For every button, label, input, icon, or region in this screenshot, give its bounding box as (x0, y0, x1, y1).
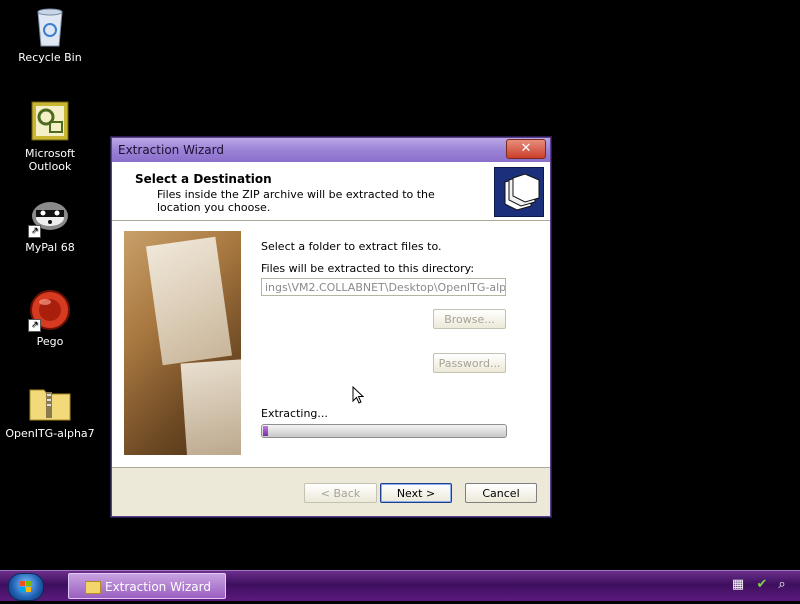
close-button[interactable]: ✕ (506, 139, 546, 159)
window-title: Extraction Wizard (118, 143, 225, 157)
password-button[interactable]: Password... (433, 353, 506, 373)
desktop-icon-pego[interactable]: ↗ Pego (0, 288, 100, 348)
desktop-icon-openitg[interactable]: OpenITG-alpha7 (0, 380, 100, 440)
desktop-icon-label: Recycle Bin (18, 51, 82, 64)
desktop-icon-label: MyPal 68 (25, 241, 75, 254)
window-titlebar[interactable]: Extraction Wizard ✕ (112, 138, 550, 162)
destination-path-field[interactable]: ings\VM2.COLLABNET\Desktop\OpenITG-alpha… (261, 278, 506, 296)
cancel-button[interactable]: Cancel (465, 483, 537, 503)
outlook-icon (28, 100, 72, 144)
close-icon: ✕ (520, 141, 532, 156)
network-icon[interactable]: ✔ (754, 577, 770, 593)
desktop-icon-recycle-bin[interactable]: Recycle Bin (0, 4, 100, 64)
desktop-icon-label: Pego (36, 335, 64, 348)
shortcut-arrow-icon: ↗ (28, 225, 41, 238)
windows-logo-icon (20, 581, 31, 592)
folder-icon (85, 581, 101, 594)
desktop-icon-label: Microsoft (24, 147, 76, 160)
step-title: Select a Destination (135, 172, 272, 186)
wizard-header: Select a Destination Files inside the ZI… (112, 162, 550, 221)
system-tray: ▦ ✔ ⌕ (724, 577, 794, 595)
status-text: Extracting... (261, 407, 328, 420)
next-button[interactable]: Next > (380, 483, 452, 503)
search-icon[interactable]: ⌕ (774, 577, 790, 593)
mouse-cursor-icon (352, 386, 364, 404)
desktop-icon-outlook[interactable]: Microsoft Outlook (0, 100, 100, 173)
extraction-progress-bar (261, 424, 507, 438)
mypal-icon: ↗ (28, 194, 72, 238)
recycle-bin-icon (28, 4, 72, 48)
wizard-body: Select a folder to extract files to. Fil… (112, 221, 550, 468)
taskbar: Extraction Wizard ▦ ✔ ⌕ (0, 570, 800, 601)
step-subtitle: Files inside the ZIP archive will be ext… (157, 188, 435, 214)
browse-button[interactable]: Browse... (433, 309, 506, 329)
desktop-icon-mypal[interactable]: ↗ MyPal 68 (0, 194, 100, 254)
taskbar-item-extraction-wizard[interactable]: Extraction Wizard (68, 573, 226, 599)
pego-icon: ↗ (28, 288, 72, 332)
shortcut-arrow-icon: ↗ (28, 319, 41, 332)
keyboard-icon[interactable]: ▦ (730, 577, 746, 593)
start-button[interactable] (8, 573, 44, 601)
folder-stack-icon (494, 167, 544, 217)
extraction-wizard-window: Extraction Wizard ✕ Select a Destination… (111, 137, 551, 517)
instruction-text: Select a folder to extract files to. (261, 240, 442, 253)
taskbar-item-label: Extraction Wizard (105, 580, 212, 594)
zip-folder-icon (28, 380, 72, 424)
progress-fill (263, 426, 268, 436)
desktop-icon-label: OpenITG-alpha7 (5, 427, 95, 440)
desktop-icon-label: Outlook (28, 160, 72, 173)
directory-label: Files will be extracted to this director… (261, 262, 475, 275)
wizard-side-image (124, 231, 241, 455)
back-button[interactable]: < Back (304, 483, 377, 503)
